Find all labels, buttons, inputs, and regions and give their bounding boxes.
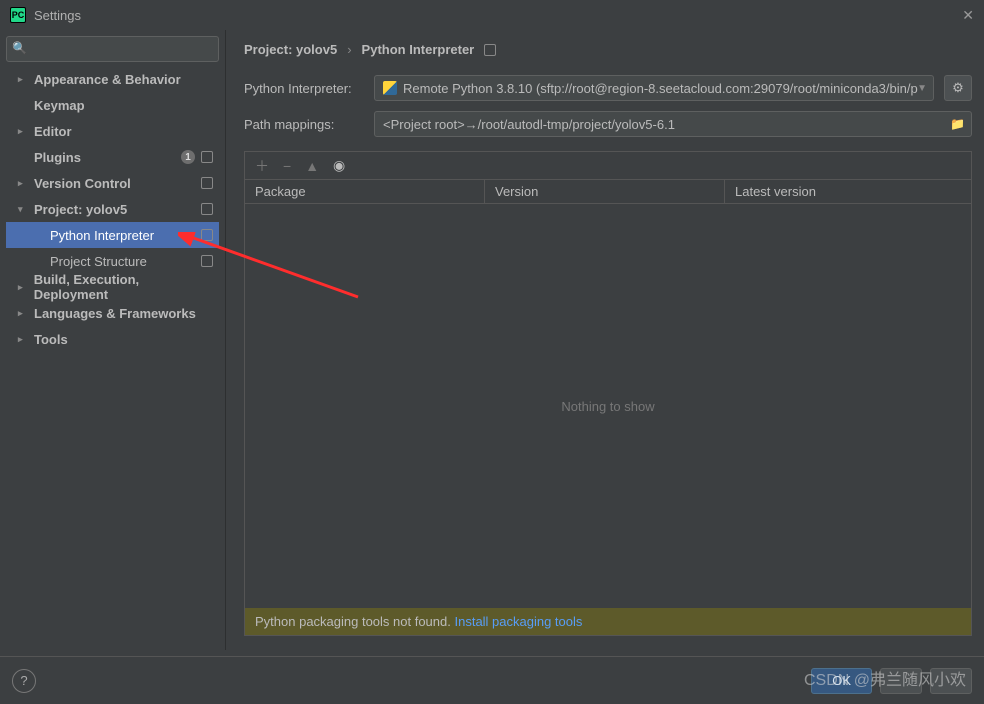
- chevron-right-icon: ▸: [18, 74, 30, 85]
- tree-label: Project: yolov5: [34, 202, 127, 217]
- tree-label: Project Structure: [50, 254, 147, 269]
- project-scope-icon: [201, 151, 213, 163]
- interpreter-select[interactable]: Remote Python 3.8.10 (sftp://root@region…: [374, 75, 934, 101]
- chevron-right-icon: ▸: [18, 334, 30, 345]
- tree-project-structure[interactable]: Project Structure: [6, 248, 219, 274]
- folder-icon: 📁: [950, 117, 965, 131]
- empty-state-text: Nothing to show: [561, 399, 654, 414]
- tree-label: Keymap: [34, 98, 85, 113]
- packages-table-body: Nothing to show: [245, 204, 971, 608]
- python-icon: [383, 81, 397, 95]
- chevron-right-icon: ▸: [18, 308, 30, 319]
- project-scope-icon: [201, 203, 213, 215]
- tree-editor[interactable]: ▸ Editor: [6, 118, 219, 144]
- tree-label: Editor: [34, 124, 72, 139]
- window-title: Settings: [34, 8, 81, 23]
- tree-build[interactable]: ▸ Build, Execution, Deployment: [6, 274, 219, 300]
- project-scope-icon: [201, 229, 213, 241]
- warning-text: Python packaging tools not found.: [255, 614, 454, 629]
- project-scope-icon: [201, 177, 213, 189]
- help-button[interactable]: ?: [12, 669, 36, 693]
- watermark: CSDN @弗兰随风小欢: [804, 666, 966, 690]
- tree-label: Version Control: [34, 176, 131, 191]
- add-package-button[interactable]: ＋: [255, 156, 269, 176]
- show-early-releases-toggle[interactable]: ◉: [333, 157, 345, 174]
- packages-toolbar: ＋ − ▲ ◉: [245, 152, 971, 180]
- interpreter-value: Remote Python 3.8.10 (sftp://root@region…: [403, 81, 918, 96]
- remove-package-button[interactable]: −: [283, 158, 291, 174]
- tree-label: Appearance & Behavior: [34, 72, 181, 87]
- chevron-down-icon: ▾: [18, 204, 30, 215]
- tree-label: Tools: [34, 332, 68, 347]
- window-titlebar: PC Settings ✕: [0, 0, 984, 30]
- help-icon: ?: [20, 673, 27, 688]
- tree-tools[interactable]: ▸ Tools: [6, 326, 219, 352]
- chevron-right-icon: ▸: [18, 178, 30, 189]
- chevron-right-icon: ›: [347, 42, 351, 57]
- chevron-right-icon: ▸: [18, 126, 30, 137]
- col-latest[interactable]: Latest version: [725, 180, 971, 203]
- tree-lang[interactable]: ▸ Languages & Frameworks: [6, 300, 219, 326]
- packages-table-header: Package Version Latest version: [245, 180, 971, 204]
- close-icon[interactable]: ✕: [962, 7, 974, 24]
- tree-keymap[interactable]: Keymap: [6, 92, 219, 118]
- chevron-down-icon: ▼: [917, 83, 927, 94]
- settings-content: Project: yolov5 › Python Interpreter Pyt…: [226, 30, 984, 650]
- chevron-right-icon: ▸: [18, 282, 30, 293]
- packages-warning-bar: Python packaging tools not found. Instal…: [245, 608, 971, 635]
- search-input[interactable]: [6, 36, 219, 62]
- tree-appearance[interactable]: ▸ Appearance & Behavior: [6, 66, 219, 92]
- tree-plugins[interactable]: Plugins 1: [6, 144, 219, 170]
- tree-label: Languages & Frameworks: [34, 306, 196, 321]
- tree-vcs[interactable]: ▸ Version Control: [6, 170, 219, 196]
- project-scope-icon: [201, 255, 213, 267]
- search-icon: 🔍: [12, 41, 27, 55]
- path-mappings-label: Path mappings:: [244, 117, 364, 132]
- path-mappings-field[interactable]: <Project root>→/root/autodl-tmp/project/…: [374, 111, 972, 137]
- col-package[interactable]: Package: [245, 180, 485, 203]
- tree-project[interactable]: ▾ Project: yolov5: [6, 196, 219, 222]
- tree-label: Build, Execution, Deployment: [34, 272, 213, 302]
- gear-icon: ⚙: [952, 80, 964, 96]
- interpreter-settings-button[interactable]: ⚙: [944, 75, 972, 101]
- project-scope-icon: [484, 44, 496, 56]
- packages-panel: ＋ − ▲ ◉ Package Version Latest version N…: [244, 151, 972, 636]
- settings-tree: ▸ Appearance & Behavior Keymap ▸ Editor Pl…: [6, 66, 219, 352]
- crumb-project[interactable]: Project: yolov5: [244, 42, 337, 57]
- app-icon: PC: [10, 7, 26, 23]
- col-version[interactable]: Version: [485, 180, 725, 203]
- install-packaging-tools-link[interactable]: Install packaging tools: [454, 614, 582, 629]
- tree-python-interpreter[interactable]: Python Interpreter: [6, 222, 219, 248]
- path-mappings-value: <Project root>→/root/autodl-tmp/project/…: [383, 117, 675, 132]
- settings-sidebar: 🔍 ▸ Appearance & Behavior Keymap ▸ Editor …: [0, 30, 226, 650]
- interpreter-label: Python Interpreter:: [244, 81, 364, 96]
- upgrade-package-button[interactable]: ▲: [305, 158, 319, 174]
- tree-label: Python Interpreter: [50, 228, 154, 243]
- crumb-current: Python Interpreter: [362, 42, 475, 57]
- tree-label: Plugins: [34, 150, 81, 165]
- info-badge-icon: 1: [181, 150, 195, 164]
- breadcrumb: Project: yolov5 › Python Interpreter: [244, 42, 972, 57]
